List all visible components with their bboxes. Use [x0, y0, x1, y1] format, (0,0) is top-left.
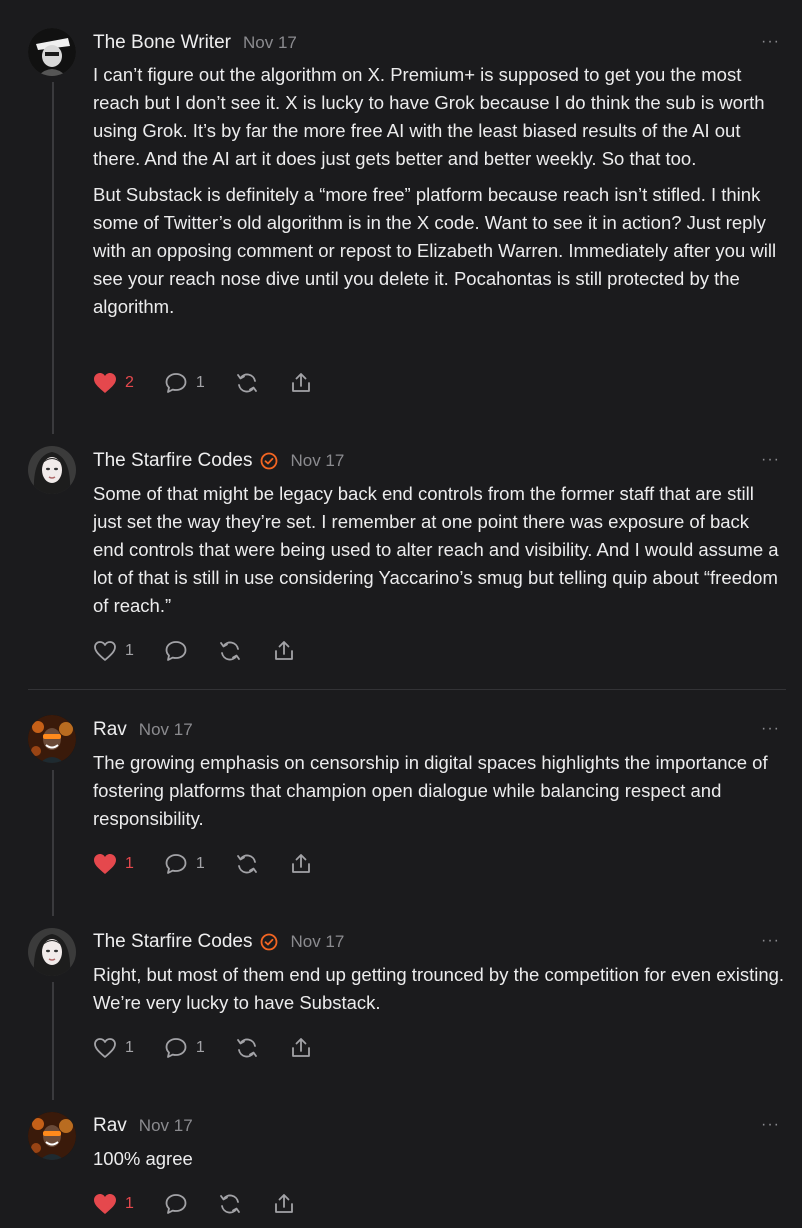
avatar[interactable] [28, 446, 76, 494]
comment-header: The Starfire Codes Nov 17 [93, 928, 344, 956]
avatar[interactable] [28, 715, 76, 763]
comment-actions: 2 1 [93, 370, 343, 396]
comment-paragraph: But Substack is definitely a “more free”… [93, 184, 777, 317]
restack-button[interactable] [235, 371, 259, 395]
comment-date[interactable]: Nov 17 [243, 33, 297, 53]
avatar[interactable] [28, 28, 76, 76]
comment-paragraph: Some of that might be legacy back end co… [93, 483, 779, 616]
author-name[interactable]: The Starfire Codes [93, 450, 252, 472]
like-count: 1 [125, 855, 134, 872]
comment-icon [165, 641, 187, 661]
reply-button[interactable]: 1 [164, 852, 205, 876]
thread-line [52, 82, 54, 434]
restack-icon [220, 1194, 240, 1214]
verified-badge-icon [260, 452, 278, 470]
like-count: 1 [125, 1195, 134, 1212]
heart-icon [94, 1038, 116, 1058]
restack-icon [220, 641, 240, 661]
author-name[interactable]: Rav [93, 1115, 127, 1137]
thread-line [52, 982, 54, 1100]
comment-paragraph: I can’t figure out the algorithm on X. P… [93, 64, 765, 169]
like-button[interactable]: 1 [93, 1037, 134, 1059]
like-button[interactable]: 1 [93, 640, 134, 662]
restack-icon [236, 854, 257, 874]
comment-body: 100% agree [93, 1145, 785, 1181]
thread-divider [28, 689, 786, 690]
comment-date[interactable]: Nov 17 [139, 1116, 193, 1136]
share-button[interactable] [289, 371, 313, 395]
comment-date[interactable]: Nov 17 [139, 720, 193, 740]
more-options-icon[interactable]: ··· [761, 451, 780, 469]
like-count: 1 [125, 642, 134, 659]
share-icon [291, 854, 310, 873]
comment-body: Right, but most of them end up getting t… [93, 961, 785, 1025]
comment-icon [165, 1194, 187, 1214]
reply-count: 1 [195, 855, 205, 872]
share-button[interactable] [289, 1036, 313, 1060]
comment-paragraph: 100% agree [93, 1148, 193, 1169]
restack-button[interactable] [218, 1192, 242, 1216]
heart-icon [94, 641, 116, 661]
restack-button[interactable] [235, 852, 259, 876]
comment-icon [165, 373, 187, 393]
share-button[interactable] [272, 639, 296, 663]
like-button[interactable]: 1 [93, 1193, 134, 1215]
share-icon [291, 1038, 310, 1057]
author-name[interactable]: The Starfire Codes [93, 931, 252, 953]
reply-button[interactable] [164, 639, 188, 663]
share-button[interactable] [289, 852, 313, 876]
author-name[interactable]: Rav [93, 719, 127, 741]
comment-header: Rav Nov 17 [93, 716, 193, 744]
heart-icon [94, 1194, 116, 1214]
comment-icon [165, 1038, 187, 1058]
more-options-icon[interactable]: ··· [761, 932, 780, 950]
restack-button[interactable] [235, 1036, 259, 1060]
more-options-icon[interactable]: ··· [761, 720, 780, 738]
reply-count: 1 [195, 1039, 205, 1056]
restack-icon [236, 373, 257, 393]
comment-date[interactable]: Nov 17 [290, 932, 344, 952]
more-options-icon[interactable]: ··· [761, 33, 780, 51]
share-icon [291, 373, 310, 392]
comment-actions: 1 1 [93, 851, 343, 877]
more-options-icon[interactable]: ··· [761, 1116, 780, 1134]
like-button[interactable]: 1 [93, 853, 134, 875]
author-name[interactable]: The Bone Writer [93, 32, 231, 54]
reply-button[interactable]: 1 [164, 1036, 205, 1060]
comment-paragraph: Right, but most of them end up getting t… [93, 964, 785, 1013]
restack-button[interactable] [218, 639, 242, 663]
like-count: 2 [125, 374, 134, 391]
restack-icon [236, 1038, 257, 1058]
share-button[interactable] [272, 1192, 296, 1216]
reply-button[interactable] [164, 1192, 188, 1216]
verified-badge-icon [260, 933, 278, 951]
avatar[interactable] [28, 1112, 76, 1160]
share-icon [275, 1194, 293, 1213]
comment-body: I can’t figure out the algorithm on X. P… [93, 61, 785, 329]
thread-line [52, 770, 54, 916]
share-icon [275, 641, 293, 660]
like-button[interactable]: 2 [93, 372, 134, 394]
reply-count: 1 [195, 374, 205, 391]
comment-actions: 1 [93, 1191, 326, 1217]
comment-header: The Starfire Codes Nov 17 [93, 447, 344, 475]
comment-body: The growing emphasis on censorship in di… [93, 749, 785, 841]
reply-button[interactable]: 1 [164, 371, 205, 395]
comment-header: The Bone Writer Nov 17 [93, 29, 297, 57]
comment-actions: 1 1 [93, 1035, 343, 1061]
comment-icon [165, 854, 187, 874]
heart-icon [94, 373, 116, 393]
like-count: 1 [125, 1039, 134, 1056]
avatar[interactable] [28, 928, 76, 976]
comment-actions: 1 [93, 638, 326, 664]
heart-icon [94, 854, 116, 874]
comment-header: Rav Nov 17 [93, 1112, 193, 1140]
comment-body: Some of that might be legacy back end co… [93, 480, 785, 628]
comment-paragraph: The growing emphasis on censorship in di… [93, 752, 768, 829]
comment-date[interactable]: Nov 17 [290, 451, 344, 471]
